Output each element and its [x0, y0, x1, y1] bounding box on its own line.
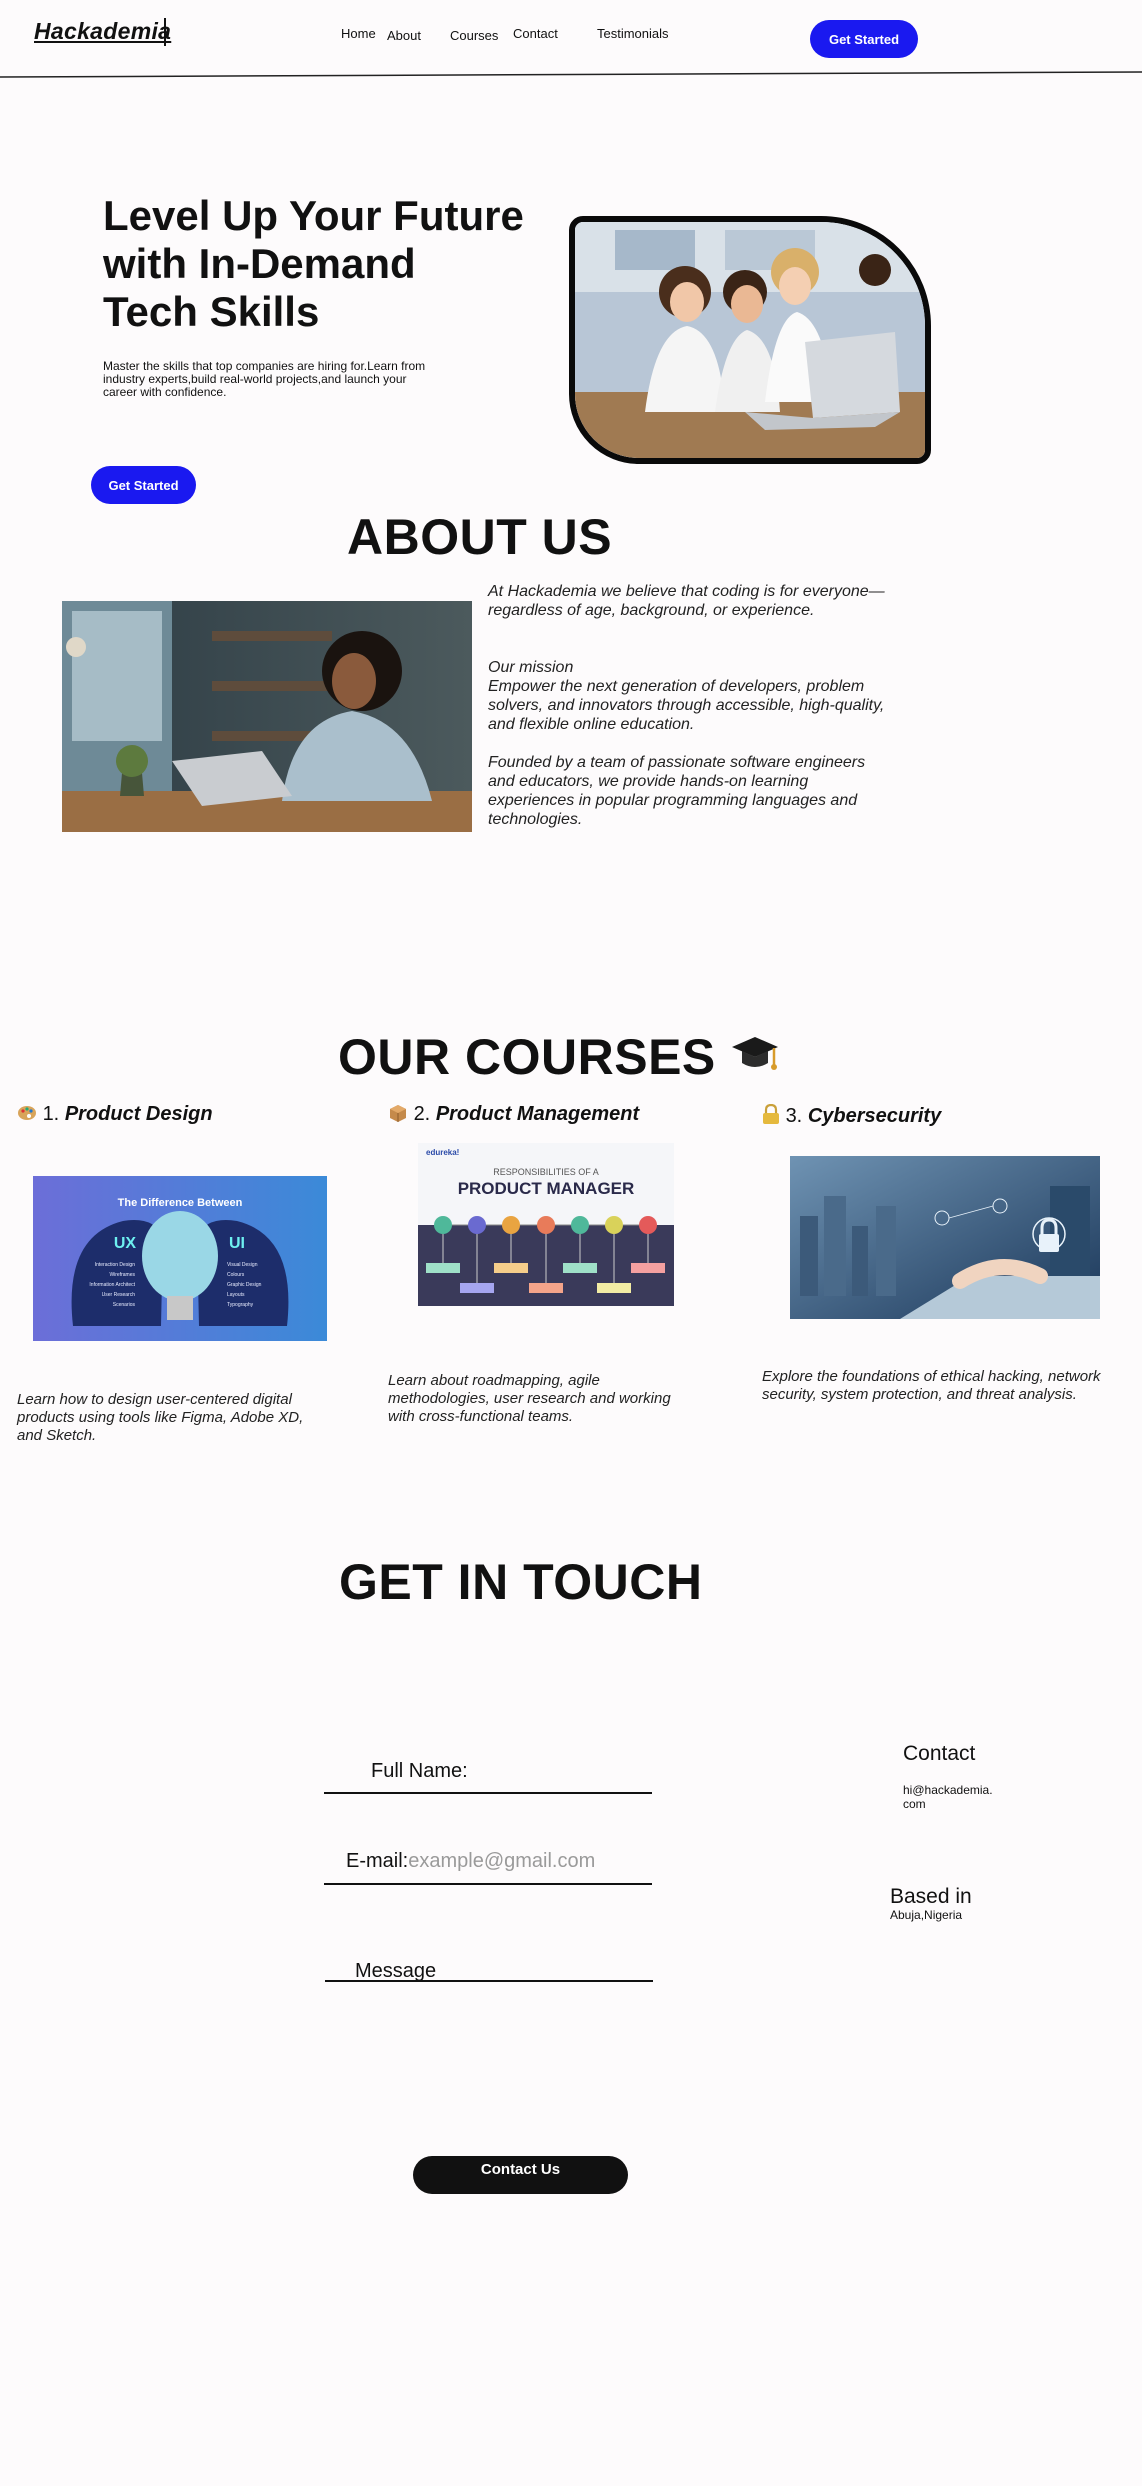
email-label: E-mail: [346, 1850, 409, 1872]
hero-title-line: Level Up Your Future [103, 192, 524, 239]
hero-title: Level Up Your Future with In-Demand Tech… [103, 192, 543, 336]
contact-heading: GET IN TOUCH [339, 1554, 703, 1610]
hero-subtitle: Master the skills that top companies are… [103, 359, 426, 399]
course-number: 1. [42, 1103, 60, 1125]
ui-list-item: Typography [227, 1302, 254, 1308]
about-heading: ABOUT US [347, 509, 613, 565]
about-image-woman-laptop [62, 601, 472, 832]
full-name-field[interactable] [324, 1792, 652, 1794]
hero-title-line: with In-Demand [103, 240, 416, 287]
course-name: Product Design [64, 1103, 213, 1125]
course-number: 3. [785, 1105, 803, 1127]
course-1-image-ux-ui: The Difference Between UX UI Interaction… [33, 1176, 327, 1341]
header-divider [0, 71, 1142, 78]
ui-list-item: Visual Design [227, 1262, 258, 1268]
courses-heading: OUR COURSES [338, 1028, 780, 1091]
course-3-image-cybersecurity [790, 1156, 1100, 1319]
ui-label: UI [229, 1235, 245, 1252]
about-paragraph-3: Founded by a team of passionate software… [488, 754, 866, 828]
message-field[interactable] [325, 1980, 653, 1982]
ui-list-item: Colours [227, 1272, 245, 1278]
about-paragraph-1: At Hackademia we believe that coding is … [488, 583, 885, 619]
email-underline [324, 1883, 652, 1885]
email-field[interactable]: E-mail:example@gmail.com [346, 1850, 595, 1873]
ui-list-item: Layouts [227, 1292, 245, 1298]
ux-list-item: Scenarios [113, 1302, 136, 1308]
package-icon [388, 1104, 408, 1128]
courses-heading-text: OUR COURSES [338, 1029, 716, 1085]
ux-list-item: Interaction Design [95, 1262, 136, 1268]
course-2-image-product-manager: edureka! RESPONSIBILITIES OF A PRODUCT M… [418, 1143, 674, 1306]
based-in-title: Based in [890, 1885, 972, 1908]
side-contact-email[interactable]: hi@hackademia. com [903, 1783, 993, 1811]
course-3-title[interactable]: 3. Cybersecurity [762, 1103, 942, 1130]
based-in-value: Abuja,Nigeria [890, 1908, 963, 1922]
course-2-title[interactable]: 2. Product Management [388, 1102, 639, 1128]
course-3-description: Explore the foundations of ethical hacki… [762, 1368, 1101, 1403]
contact-us-button[interactable]: Contact Us [413, 2156, 628, 2194]
course-1-title[interactable]: 1. Product Design [17, 1102, 213, 1128]
ux-list-item: Wireframes [109, 1272, 135, 1278]
ux-ui-image-title: The Difference Between [118, 1197, 243, 1209]
email-placeholder: example@gmail.com [408, 1850, 596, 1872]
course-name: Cybersecurity [807, 1105, 942, 1127]
hero-image-kids-laptop [569, 216, 931, 464]
graduation-cap-icon [730, 1031, 780, 1091]
ux-label: UX [114, 1235, 137, 1252]
side-email-line: com [903, 1797, 926, 1811]
palette-icon [17, 1104, 37, 1128]
full-name-label: Full Name: [371, 1760, 468, 1782]
ux-list-item: User Research [102, 1292, 136, 1298]
about-mission-title: Our mission [488, 659, 574, 676]
course-1-description: Learn how to design user-centered digita… [17, 1391, 304, 1444]
course-number: 2. [413, 1103, 431, 1125]
image-title: PRODUCT MANAGER [458, 1179, 635, 1198]
ux-list-item: Information Architect [89, 1282, 135, 1288]
course-2-description: Learn about roadmapping, agile methodolo… [388, 1372, 671, 1425]
hero-title-line: Tech Skills [103, 288, 320, 335]
image-brand: edureka! [426, 1148, 459, 1157]
about-mission-text: Empower the next generation of developer… [488, 678, 885, 733]
side-contact-title: Contact [903, 1742, 976, 1765]
lock-icon [762, 1103, 780, 1130]
image-subtitle: RESPONSIBILITIES OF A [493, 1167, 599, 1177]
hero-get-started-button[interactable]: Get Started [91, 466, 196, 504]
ui-list-item: Graphic Design [227, 1282, 262, 1288]
side-email-line: hi@hackademia. [903, 1783, 993, 1797]
course-name: Product Management [435, 1103, 640, 1125]
